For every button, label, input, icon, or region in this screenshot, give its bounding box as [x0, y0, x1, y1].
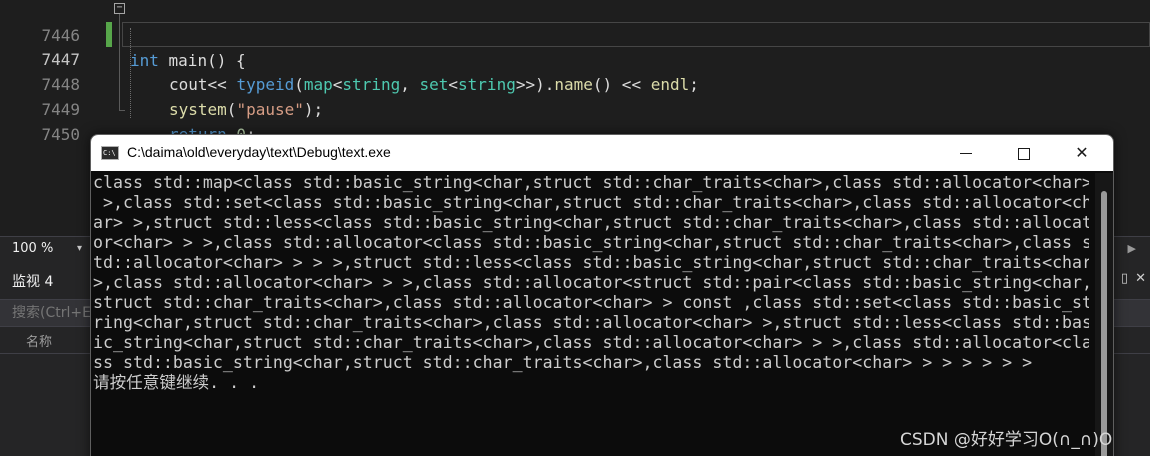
zoom-level: 100 % — [12, 241, 54, 256]
close-icon[interactable]: ✕ — [1135, 271, 1146, 286]
console-output-line: ss std::basic_string<char,struct std::ch… — [93, 353, 1033, 372]
code-line[interactable]: 7447 cout<< typeid(map<string, set<strin… — [0, 22, 1150, 94]
close-icon: ✕ — [1075, 143, 1089, 162]
line-number: 7450 — [41, 125, 80, 144]
console-output-line: struct std::char_traits<char>,class std:… — [93, 293, 1089, 312]
console-output-line: >,class std::allocator<char> > >,class s… — [93, 273, 1089, 292]
code-line[interactable]: 7446 int main() { — [0, 0, 1150, 70]
console-titlebar[interactable]: C:\ C:\daima\old\everyday\text\Debug\tex… — [91, 135, 1113, 171]
watermark: CSDN @好好学习O(∩_∩)O — [900, 430, 1113, 450]
code-line[interactable]: 7448 system("pause"); — [0, 47, 1150, 119]
close-button[interactable]: ✕ — [1053, 135, 1111, 171]
console-prompt-line: 请按任意键继续. . . — [93, 373, 260, 392]
console-output[interactable]: class std::map<class std::basic_string<c… — [93, 173, 1089, 456]
maximize-button[interactable] — [995, 135, 1053, 171]
chevron-down-icon: ▾ — [76, 243, 82, 254]
console-output-line: ic_string<char,struct std::char_traits<c… — [93, 333, 1089, 352]
maximize-icon — [1018, 147, 1030, 160]
minimize-button[interactable] — [937, 135, 995, 171]
console-scrollbar[interactable] — [1095, 173, 1113, 456]
scroll-right-icon[interactable]: ▶ — [1128, 242, 1136, 255]
screen: − 7446 int main() { 7447 cout<< typeid(m… — [0, 0, 1150, 456]
console-app-icon: C:\ — [101, 146, 119, 160]
console-window[interactable]: C:\ C:\daima\old\everyday\text\Debug\tex… — [90, 134, 1114, 456]
watch-panel-title[interactable]: 监视 4 — [12, 271, 53, 291]
zoom-dropdown[interactable]: 100 % ▾ — [0, 237, 88, 261]
pin-icon[interactable]: ▯ — [1118, 271, 1128, 286]
console-output-line: or<char> > >,class std::allocator<class … — [93, 233, 1089, 252]
column-name-header[interactable]: 名称 — [26, 331, 52, 350]
console-output-line: td::allocator<char> > > >,struct std::le… — [93, 253, 1089, 272]
minimize-icon — [960, 153, 972, 154]
console-output-line: class std::map<class std::basic_string<c… — [93, 173, 1089, 192]
code-line[interactable]: 7449 return 0; — [0, 72, 1150, 144]
code-line[interactable]: 7450 } — [0, 97, 1150, 169]
console-output-line: >,class std::set<class std::basic_string… — [93, 193, 1089, 212]
console-output-line: ring<char,struct std::char_traits<char>,… — [93, 313, 1089, 332]
watch-search-input[interactable] — [12, 303, 92, 323]
scrollbar-thumb[interactable] — [1101, 191, 1107, 456]
console-output-line: ar> >,struct std::less<class std::basic_… — [93, 213, 1089, 232]
console-window-title: C:\daima\old\everyday\text\Debug\text.ex… — [127, 144, 391, 160]
